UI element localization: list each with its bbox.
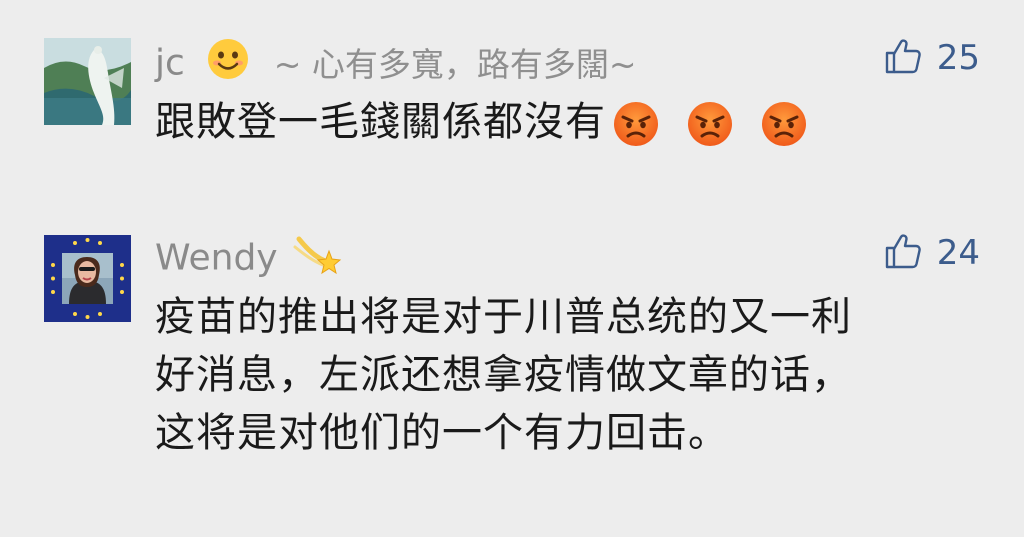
username[interactable]: jc <box>155 43 185 84</box>
comment-item: jc ~ 心有多寬，路有多闊~ 25 跟敗登一毛錢關係都沒有 <box>0 0 1024 200</box>
smiling-face-icon <box>206 37 250 92</box>
avatar-portrait-image <box>44 235 131 322</box>
like-button[interactable]: 24 <box>883 231 980 275</box>
avatar[interactable] <box>44 38 131 125</box>
emoji-row <box>612 100 808 148</box>
angry-face-icon <box>686 100 734 148</box>
like-count: 25 <box>936 38 980 78</box>
comment-text-content: 跟敗登一毛錢關係都沒有 <box>155 99 606 145</box>
comment-text: 跟敗登一毛錢關係都沒有 <box>155 93 944 151</box>
thumbs-up-icon <box>883 36 923 80</box>
like-count: 24 <box>936 233 980 273</box>
comment-text-line: 好消息，左派还想拿疫情做文章的话， <box>155 352 852 398</box>
comment-text-line: 这将是对他们的一个有力回击。 <box>155 410 729 456</box>
avatar[interactable] <box>44 235 131 322</box>
angry-face-icon <box>612 100 660 148</box>
comment-username-row: jc ~ 心有多寬，路有多闊~ <box>155 37 637 92</box>
like-button[interactable]: 25 <box>883 36 980 80</box>
username[interactable]: Wendy <box>155 238 278 279</box>
comment-username-row: Wendy <box>155 231 343 288</box>
comment-text: 疫苗的推出将是对于川普总统的又一利 好消息，左派还想拿疫情做文章的话， 这将是对… <box>155 288 945 462</box>
user-signature: ~ 心有多寬，路有多闊~ <box>273 44 637 84</box>
avatar-peacock-image <box>44 38 131 125</box>
comment-text-line: 疫苗的推出将是对于川普总统的又一利 <box>155 294 852 340</box>
angry-face-icon <box>760 100 808 148</box>
comment-item: Wendy 24 疫苗的推出将是对于川普总统的又一利 好消息，左派还想拿疫情做文… <box>0 200 1024 537</box>
comment-feed: jc ~ 心有多寬，路有多闊~ 25 跟敗登一毛錢關係都沒有 Wendy 24 … <box>0 0 1024 537</box>
shooting-star-icon <box>293 231 343 288</box>
thumbs-up-icon <box>883 231 923 275</box>
